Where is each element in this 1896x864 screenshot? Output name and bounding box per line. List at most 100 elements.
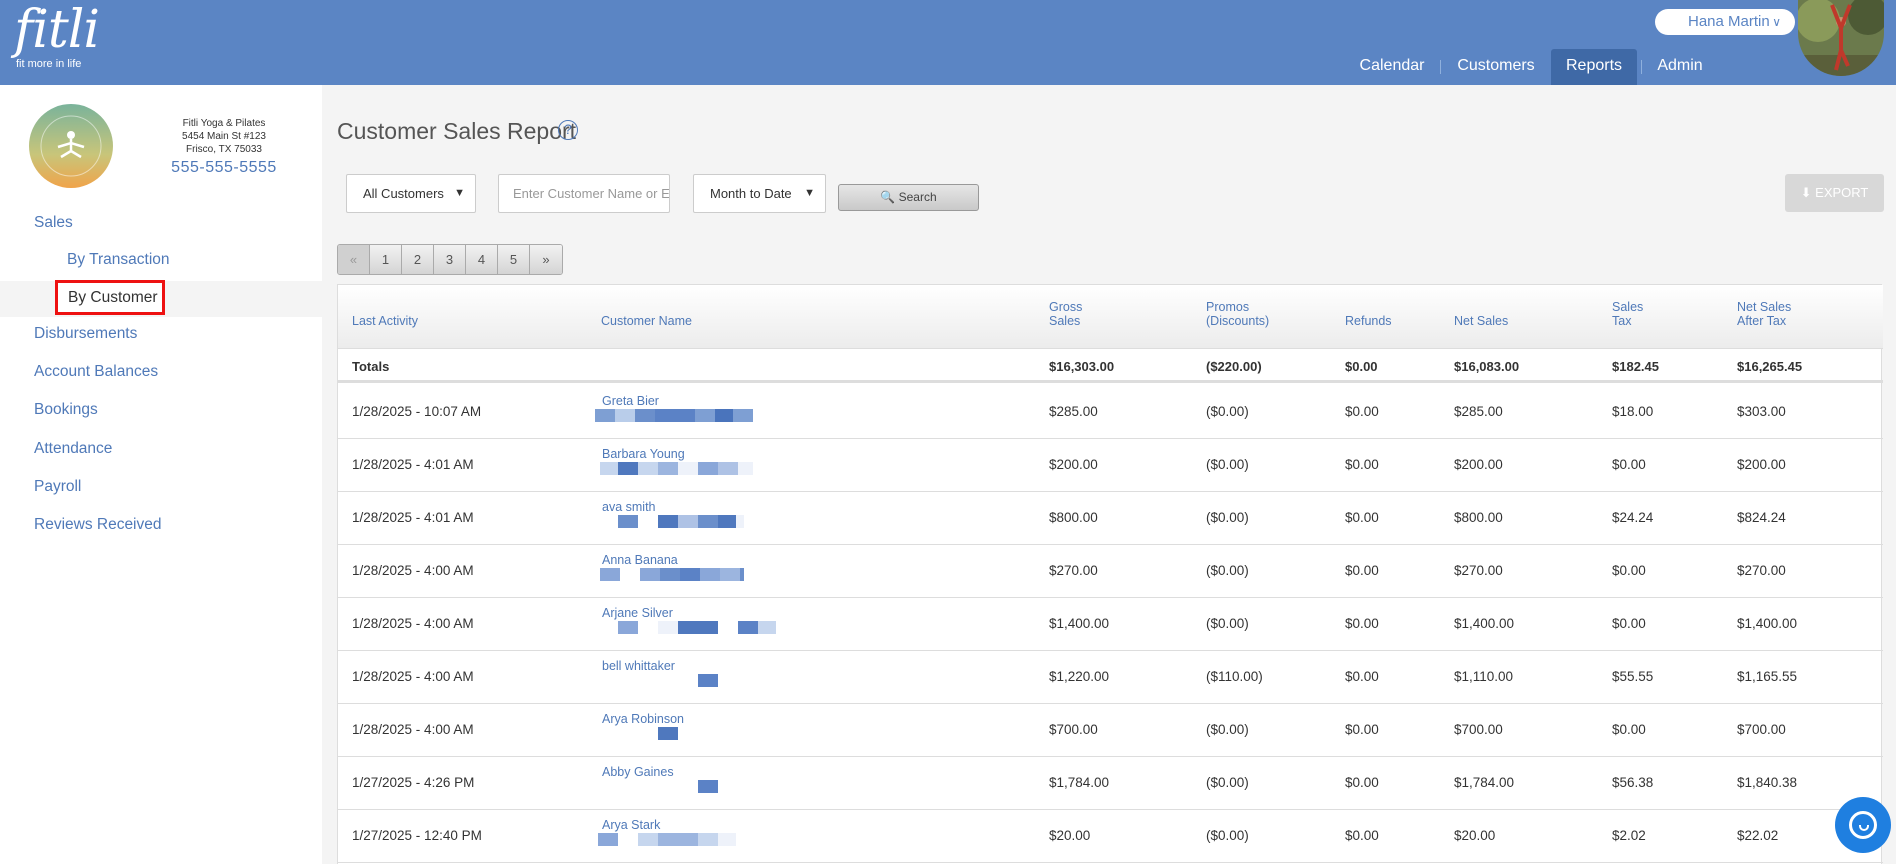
chat-widget-button[interactable]: [1835, 797, 1891, 853]
customer-link[interactable]: Greta Bier: [602, 394, 659, 408]
studio-address-line2: Frisco, TX 75033: [186, 144, 262, 155]
customer-link[interactable]: bell whittaker: [602, 659, 675, 673]
header-gross-line1: Gross: [1049, 300, 1083, 314]
logo-tagline: fit more in life: [16, 58, 82, 70]
redacted-contact: [600, 462, 753, 475]
row-promos: ($0.00): [1206, 563, 1249, 578]
pagination-prev[interactable]: «: [338, 245, 370, 274]
row-promos: ($0.00): [1206, 404, 1249, 419]
row-gross: $270.00: [1049, 563, 1098, 578]
totals-gross: $16,303.00: [1049, 359, 1115, 374]
totals-net: $16,083.00: [1454, 359, 1520, 374]
redacted-contact: [618, 515, 744, 528]
fitli-logo[interactable]: fitli fit more in life: [14, 2, 100, 70]
nav-divider: [1641, 60, 1642, 74]
customer-link[interactable]: ava smith: [602, 500, 656, 514]
redacted-contact: [698, 674, 718, 687]
sidebar-item-reviews-received[interactable]: Reviews Received: [34, 516, 162, 534]
user-menu-button[interactable]: Hana Martin ∨: [1655, 9, 1795, 35]
row-after-tax: $824.24: [1737, 510, 1786, 525]
header-net-sales[interactable]: Net Sales: [1454, 314, 1508, 328]
table-row[interactable]: 1/27/2025 - 12:40 PM Arya Stark $20.00 (…: [338, 810, 1883, 863]
header-promos[interactable]: Promos (Discounts): [1206, 300, 1269, 328]
customer-link[interactable]: Arya Stark: [602, 818, 660, 832]
row-tax: $2.02: [1612, 828, 1646, 843]
header-gross-sales[interactable]: Gross Sales: [1049, 300, 1082, 328]
sidebar-item-sales[interactable]: Sales: [34, 214, 73, 232]
nav-reports[interactable]: Reports: [1551, 49, 1637, 85]
pagination-page-4[interactable]: 4: [466, 245, 498, 274]
sidebar-item-by-customer[interactable]: By Customer: [55, 280, 165, 315]
customer-filter-select[interactable]: All Customers ▼: [346, 174, 476, 213]
table-row[interactable]: 1/28/2025 - 4:01 AM ava smith $800.00 ($…: [338, 492, 1883, 545]
chevron-down-icon: ▼: [804, 187, 815, 199]
row-after-tax: $22.02: [1737, 828, 1779, 843]
top-navigation-bar: fitli fit more in life Calendar Customer…: [0, 0, 1896, 85]
table-row[interactable]: 1/28/2025 - 4:01 AM Barbara Young $200.0…: [338, 439, 1883, 492]
row-after-tax: $1,165.55: [1737, 669, 1798, 684]
table-row[interactable]: 1/28/2025 - 4:00 AM Anna Banana $270.00 …: [338, 545, 1883, 598]
download-icon: ⬇: [1800, 185, 1812, 200]
sidebar-item-bookings[interactable]: Bookings: [34, 401, 98, 419]
row-promos: ($0.00): [1206, 616, 1249, 631]
totals-after-tax: $16,265.45: [1737, 359, 1803, 374]
sidebar-item-disbursements[interactable]: Disbursements: [34, 325, 137, 343]
header-refunds[interactable]: Refunds: [1345, 314, 1392, 328]
customer-search-input[interactable]: Enter Customer Name or E: [498, 174, 670, 213]
nav-admin[interactable]: Admin: [1648, 49, 1712, 85]
sidebar-item-by-transaction[interactable]: By Transaction: [67, 251, 170, 269]
row-tax: $0.00: [1612, 457, 1646, 472]
pagination-page-2[interactable]: 2: [402, 245, 434, 274]
nav-admin-label: Admin: [1657, 57, 1703, 74]
row-tax: $56.38: [1612, 775, 1654, 790]
row-gross: $1,220.00: [1049, 669, 1110, 684]
sidebar: Fitli Yoga & Pilates 5454 Main St #123 F…: [0, 85, 322, 864]
table-row[interactable]: 1/27/2025 - 4:26 PM Abby Gaines $1,784.0…: [338, 757, 1883, 810]
export-button[interactable]: ⬇ EXPORT: [1785, 174, 1884, 212]
redacted-contact: [658, 727, 678, 740]
sidebar-item-payroll[interactable]: Payroll: [34, 478, 81, 496]
nav-calendar[interactable]: Calendar: [1347, 49, 1437, 85]
nav-customers[interactable]: Customers: [1446, 49, 1546, 85]
table-row[interactable]: 1/28/2025 - 4:00 AM bell whittaker $1,22…: [338, 651, 1883, 704]
search-button[interactable]: 🔍 Search: [838, 184, 979, 211]
sidebar-item-account-balances[interactable]: Account Balances: [34, 363, 158, 381]
export-button-label: EXPORT: [1815, 185, 1869, 200]
pagination-page-1[interactable]: 1: [370, 245, 402, 274]
row-net: $700.00: [1454, 722, 1503, 737]
customer-link[interactable]: Abby Gaines: [602, 765, 674, 779]
pagination-next[interactable]: »: [530, 245, 562, 274]
table-row[interactable]: 1/28/2025 - 10:07 AM Greta Bier $285.00 …: [338, 386, 1883, 439]
header-last-activity[interactable]: Last Activity: [352, 314, 418, 328]
header-customer-name[interactable]: Customer Name: [601, 314, 692, 328]
customer-link[interactable]: Arjane Silver: [602, 606, 673, 620]
customer-link[interactable]: Arya Robinson: [602, 712, 684, 726]
row-last-activity: 1/27/2025 - 4:26 PM: [352, 775, 475, 790]
nav-reports-label: Reports: [1565, 57, 1623, 74]
table-row[interactable]: 1/28/2025 - 4:00 AM Arjane Silver $1,400…: [338, 598, 1883, 651]
row-after-tax: $270.00: [1737, 563, 1786, 578]
help-icon[interactable]: ?: [558, 120, 578, 140]
totals-promos: ($220.00): [1206, 359, 1262, 374]
row-last-activity: 1/27/2025 - 12:40 PM: [352, 828, 482, 843]
row-after-tax: $700.00: [1737, 722, 1786, 737]
chat-smile-icon: [1859, 825, 1869, 831]
redacted-contact: [698, 780, 718, 793]
customer-link[interactable]: Barbara Young: [602, 447, 685, 461]
customer-link[interactable]: Anna Banana: [602, 553, 678, 567]
row-refunds: $0.00: [1345, 722, 1379, 737]
table-row[interactable]: 1/28/2025 - 4:00 AM Arya Robinson $700.0…: [338, 704, 1883, 757]
user-avatar[interactable]: [1798, 0, 1884, 76]
row-promos: ($0.00): [1206, 722, 1249, 737]
row-promos: ($0.00): [1206, 457, 1249, 472]
sidebar-item-attendance[interactable]: Attendance: [34, 440, 112, 458]
header-sales-tax[interactable]: Sales Tax: [1612, 300, 1643, 328]
row-net: $200.00: [1454, 457, 1503, 472]
pagination-page-5[interactable]: 5: [498, 245, 530, 274]
row-refunds: $0.00: [1345, 457, 1379, 472]
pagination-page-3[interactable]: 3: [434, 245, 466, 274]
date-range-select[interactable]: Month to Date ▼: [693, 174, 826, 213]
row-after-tax: $200.00: [1737, 457, 1786, 472]
header-net-after-tax[interactable]: Net Sales After Tax: [1737, 300, 1791, 328]
studio-phone[interactable]: 555-555-5555: [150, 159, 298, 177]
